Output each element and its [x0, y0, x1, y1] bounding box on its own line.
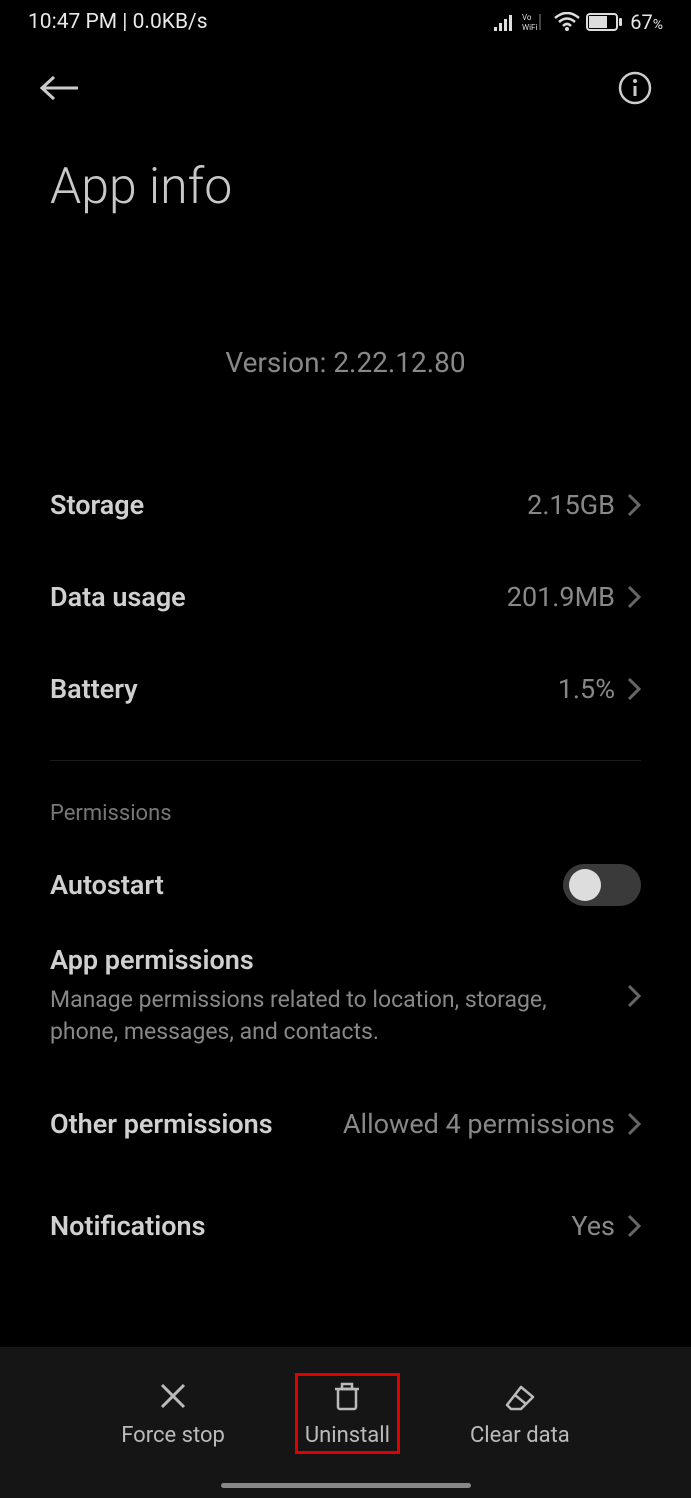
clear-data-button[interactable]: Clear data — [460, 1373, 580, 1454]
chevron-right-icon — [627, 585, 641, 609]
signal-icon — [494, 13, 516, 31]
storage-label: Storage — [50, 489, 144, 521]
status-icons: Vo WiFi 67% — [494, 10, 663, 34]
uninstall-label: Uninstall — [305, 1423, 390, 1448]
battery-row[interactable]: Battery 1.5% — [50, 643, 641, 735]
chevron-right-icon — [627, 493, 641, 517]
page-title: App info — [0, 130, 691, 256]
data-usage-value: 201.9MB — [507, 581, 615, 613]
permissions-section-label: Permissions — [50, 791, 641, 846]
force-stop-button[interactable]: Force stop — [111, 1373, 235, 1454]
home-indicator[interactable] — [221, 1483, 471, 1488]
svg-text:Vo: Vo — [522, 13, 532, 22]
autostart-row: Autostart — [50, 846, 641, 924]
wifi-icon — [554, 12, 580, 32]
info-icon — [617, 70, 653, 106]
back-button[interactable] — [38, 73, 82, 107]
info-button[interactable] — [617, 70, 653, 110]
battery-label: Battery — [50, 673, 138, 705]
chevron-right-icon — [627, 1214, 641, 1238]
trash-icon — [330, 1379, 364, 1413]
other-permissions-value: Allowed 4 permissions — [343, 1108, 615, 1140]
close-icon — [156, 1379, 190, 1413]
app-permissions-label: App permissions — [50, 944, 607, 976]
other-permissions-label: Other permissions — [50, 1108, 273, 1140]
app-version: Version: 2.22.12.80 — [225, 346, 465, 379]
svg-text:WiFi: WiFi — [522, 23, 537, 32]
notifications-label: Notifications — [50, 1210, 206, 1242]
other-permissions-row[interactable]: Other permissions Allowed 4 permissions — [50, 1078, 641, 1170]
storage-row[interactable]: Storage 2.15GB — [50, 459, 641, 551]
uninstall-button[interactable]: Uninstall — [295, 1373, 400, 1454]
battery-percentage: 67% — [630, 10, 663, 34]
battery-value: 1.5% — [558, 673, 615, 705]
app-permissions-row[interactable]: App permissions Manage permissions relat… — [50, 924, 641, 1078]
chevron-right-icon — [627, 984, 641, 1008]
status-time-data: 10:47 PM | 0.0KB/s — [28, 10, 208, 34]
app-version-row: Version: 2.22.12.80 — [0, 256, 691, 419]
bottom-action-bar: Force stop Uninstall Clear data — [0, 1347, 691, 1498]
autostart-toggle[interactable] — [563, 864, 641, 906]
vowifi-icon: Vo WiFi — [522, 12, 548, 32]
data-usage-label: Data usage — [50, 581, 186, 613]
notifications-row[interactable]: Notifications Yes — [50, 1170, 641, 1272]
status-bar: 10:47 PM | 0.0KB/s Vo WiFi 67% — [0, 0, 691, 42]
arrow-left-icon — [38, 73, 82, 103]
notifications-value: Yes — [571, 1210, 615, 1242]
chevron-right-icon — [627, 677, 641, 701]
autostart-label: Autostart — [50, 869, 164, 901]
storage-value: 2.15GB — [527, 489, 615, 521]
battery-icon — [586, 13, 624, 31]
force-stop-label: Force stop — [121, 1423, 225, 1448]
eraser-icon — [501, 1379, 539, 1413]
toggle-knob — [569, 869, 601, 901]
data-usage-row[interactable]: Data usage 201.9MB — [50, 551, 641, 643]
clear-data-label: Clear data — [470, 1423, 570, 1448]
chevron-right-icon — [627, 1112, 641, 1136]
divider — [50, 760, 641, 761]
app-permissions-subtitle: Manage permissions related to location, … — [50, 984, 607, 1048]
header — [0, 42, 691, 130]
